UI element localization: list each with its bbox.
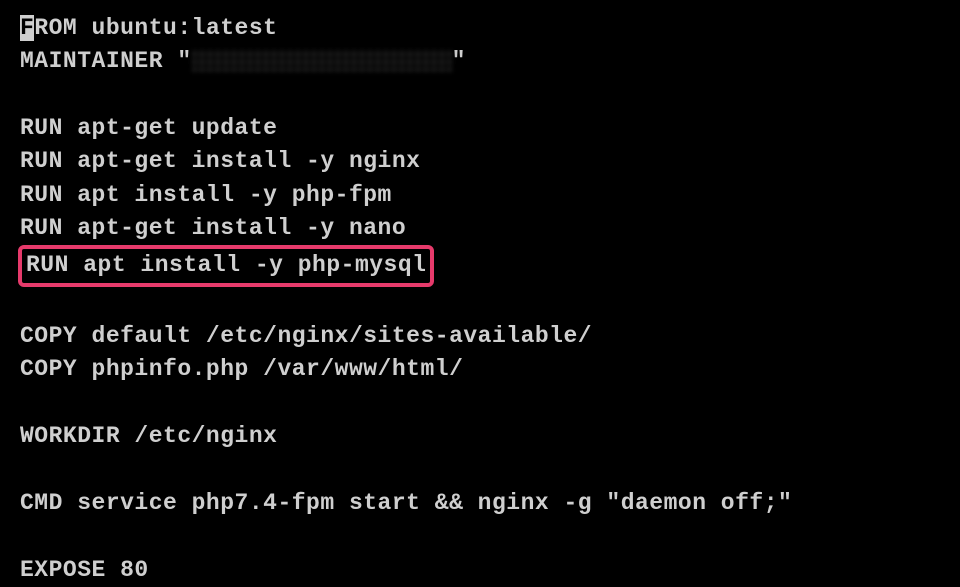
dockerfile-line-run-phpfpm: RUN apt install -y php-fpm: [20, 179, 940, 212]
line-text: ROM ubuntu:latest: [34, 15, 277, 41]
dockerfile-line-run-update: RUN apt-get update: [20, 112, 940, 145]
blank-line: [20, 287, 940, 320]
blank-line: [20, 453, 940, 486]
dockerfile-line-highlight-wrapper: RUN apt install -y php-mysql: [20, 245, 940, 286]
dockerfile-line-workdir: WORKDIR /etc/nginx: [20, 420, 940, 453]
redacted-email: [192, 50, 452, 72]
dockerfile-line-copy-phpinfo: COPY phpinfo.php /var/www/html/: [20, 353, 940, 386]
dockerfile-line-expose: EXPOSE 80: [20, 554, 940, 587]
blank-line: [20, 387, 940, 420]
dockerfile-line-from: FROM ubuntu:latest: [20, 12, 940, 45]
dockerfile-line-maintainer: MAINTAINER " ": [20, 45, 940, 78]
dockerfile-line-cmd: CMD service php7.4-fpm start && nginx -g…: [20, 487, 940, 520]
blank-line: [20, 520, 940, 553]
line-text-post: ": [452, 48, 466, 74]
line-text-pre: MAINTAINER ": [20, 48, 192, 74]
cursor: F: [20, 15, 34, 41]
highlight-box: RUN apt install -y php-mysql: [18, 245, 434, 286]
dockerfile-line-run-phpmysql: RUN apt install -y php-mysql: [26, 252, 426, 278]
dockerfile-line-copy-default: COPY default /etc/nginx/sites-available/: [20, 320, 940, 353]
dockerfile-line-run-nginx: RUN apt-get install -y nginx: [20, 145, 940, 178]
dockerfile-line-run-nano: RUN apt-get install -y nano: [20, 212, 940, 245]
blank-line: [20, 79, 940, 112]
